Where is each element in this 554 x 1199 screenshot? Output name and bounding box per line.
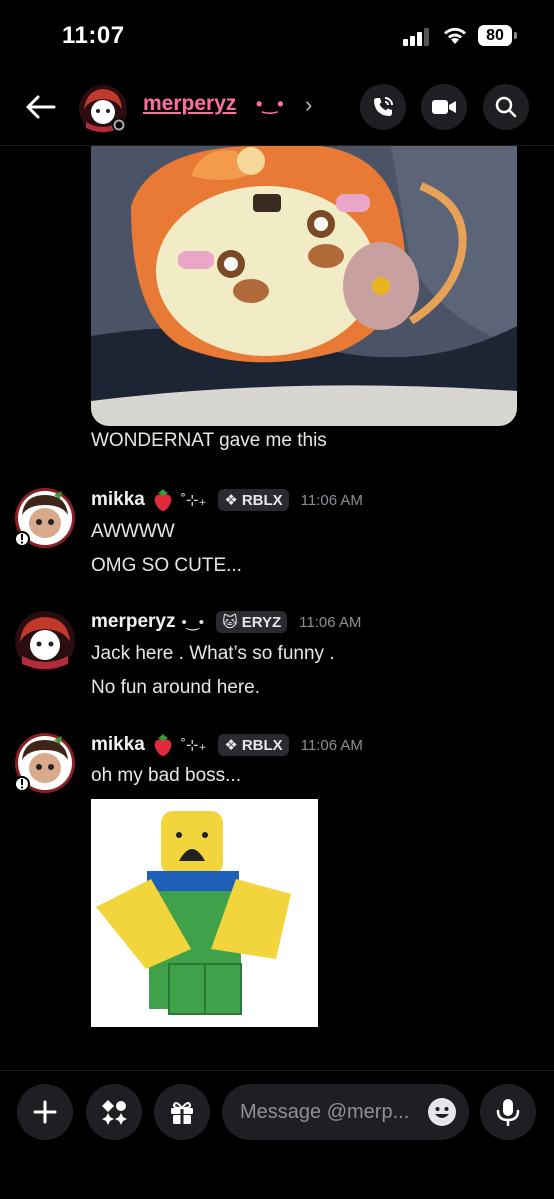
gift-button[interactable] (154, 1084, 210, 1140)
message-text: WONDERNAT gave me this (91, 430, 327, 451)
header-avatar[interactable] (78, 84, 128, 134)
cellular-signal-icon (403, 28, 433, 46)
composer-bar (0, 1070, 554, 1199)
avatar[interactable] (14, 732, 76, 794)
video-call-button[interactable] (421, 84, 467, 130)
back-arrow-icon[interactable] (24, 90, 58, 124)
plus-icon (33, 1100, 57, 1124)
guild-tag[interactable]: 🐱 ERYZ (216, 611, 288, 633)
message-text: AWWWW (91, 521, 175, 542)
name-decoration: ˚⊹₊ (180, 737, 207, 754)
name-decoration: •‿• (181, 614, 205, 631)
username[interactable]: mikka (91, 489, 145, 511)
guild-tag[interactable]: ❖ RBLX (218, 489, 289, 511)
timestamp: 11:06 AM (299, 613, 362, 631)
emoji-icon[interactable] (427, 1097, 457, 1127)
search-icon (495, 96, 517, 118)
message-header: mikka ˚⊹₊ ❖ RBLX 11:06 AM (91, 488, 363, 512)
chat-header: merperyz •‿• › (0, 70, 554, 146)
strawberry-icon (154, 489, 172, 511)
timestamp: 11:06 AM (300, 491, 363, 509)
message-text: No fun around here. (91, 677, 261, 698)
message-text: OMG SO CUTE... (91, 555, 242, 576)
phone-call-icon (374, 97, 393, 116)
search-button[interactable] (483, 84, 529, 130)
gift-icon (171, 1102, 193, 1124)
battery-indicator: 80 (478, 25, 517, 46)
video-call-icon (432, 100, 456, 114)
avatar[interactable] (14, 487, 76, 549)
username[interactable]: merperyz (91, 611, 176, 633)
status-bar: 11:07 80 (0, 0, 554, 70)
header-username[interactable]: merperyz (143, 92, 236, 116)
chevron-right-icon[interactable]: › (305, 92, 312, 118)
apps-icon (102, 1100, 127, 1125)
photo-attachment[interactable] (91, 146, 517, 426)
username[interactable]: mikka (91, 734, 145, 756)
sparkle-icon: ❖ (224, 492, 238, 509)
avatar[interactable] (14, 610, 76, 672)
message-text: Jack here . What’s so funny . (91, 643, 335, 664)
message-header: mikka ˚⊹₊ ❖ RBLX 11:06 AM (91, 733, 363, 757)
microphone-icon (496, 1099, 520, 1126)
image-attachment[interactable] (91, 799, 318, 1027)
message-header: merperyz •‿• 🐱 ERYZ 11:06 AM (91, 611, 361, 633)
voice-message-button[interactable] (480, 1084, 536, 1140)
sparkle-icon: ❖ (224, 737, 238, 754)
message-input-container[interactable] (222, 1084, 469, 1140)
message-input[interactable] (240, 1084, 420, 1140)
message-text: oh my bad boss... (91, 765, 241, 786)
status-time: 11:07 (62, 22, 125, 49)
apps-button[interactable] (86, 1084, 142, 1140)
strawberry-icon (154, 734, 172, 756)
voice-call-button[interactable] (360, 84, 406, 130)
header-name-decoration: •‿• (256, 94, 284, 114)
timestamp: 11:06 AM (300, 736, 363, 754)
name-decoration: ˚⊹₊ (180, 492, 207, 509)
guild-tag[interactable]: ❖ RBLX (218, 734, 289, 756)
wifi-icon (444, 27, 466, 44)
cat-face-icon: 🐱 (222, 614, 238, 631)
add-attachment-button[interactable] (17, 1084, 73, 1140)
